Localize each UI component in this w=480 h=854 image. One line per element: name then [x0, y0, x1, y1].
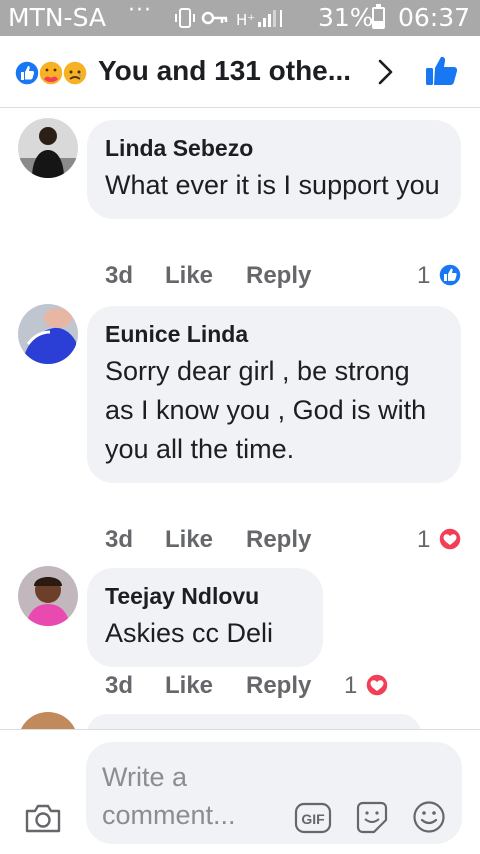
thumbs-up-icon[interactable]	[424, 53, 460, 89]
status-icons: H⁺	[175, 8, 282, 29]
battery-icon	[372, 4, 385, 29]
comment-input[interactable]: Write a comment... GIF	[86, 742, 462, 844]
care-icon	[38, 60, 64, 86]
like-button[interactable]: Like	[165, 526, 213, 554]
gif-icon[interactable]: GIF	[294, 802, 332, 834]
comment-item: Linda Sebezo What ever it is I support y…	[0, 118, 480, 298]
key-icon	[201, 11, 228, 25]
chevron-right-icon[interactable]	[376, 56, 396, 88]
avatar[interactable]	[18, 304, 78, 364]
signal-icon	[258, 10, 282, 27]
network-type-icon: H⁺	[236, 11, 255, 29]
camera-icon[interactable]	[24, 802, 62, 834]
like-button[interactable]: Like	[165, 672, 213, 700]
comment-text: Sorry dear girl , be strong as I know yo…	[105, 356, 427, 464]
comment-text: Askies cc Deli	[105, 618, 274, 648]
sad-icon	[62, 60, 88, 86]
avatar-image	[18, 304, 78, 364]
comment-bubble[interactable]: Teejay Ndlovu Askies cc Deli	[87, 568, 323, 667]
love-icon	[438, 527, 462, 551]
comment-composer: Write a comment... GIF	[0, 729, 480, 854]
reactions-title[interactable]: You and 131 othe...	[98, 55, 351, 87]
reaction-summary[interactable]	[14, 60, 94, 86]
avatar[interactable]	[18, 712, 78, 729]
emoji-icon[interactable]	[412, 800, 446, 834]
comment-time: 3d	[105, 672, 134, 699]
carrier-name: MTN-SA	[8, 3, 106, 32]
avatar[interactable]	[18, 118, 78, 178]
gif-label: GIF	[301, 811, 325, 827]
reply-button[interactable]: Reply	[246, 262, 311, 290]
comment-item: Teejay Ndlovu Askies cc Deli 3d Like Rep…	[0, 566, 480, 716]
love-icon	[365, 673, 389, 697]
comment-text: What ever it is I support you	[105, 170, 440, 200]
commenter-name[interactable]: Linda Sebezo	[105, 134, 443, 162]
reaction-count[interactable]: 1	[344, 672, 357, 700]
reaction-count[interactable]: 1	[417, 262, 430, 290]
notification-dots: ···	[128, 0, 152, 23]
comment-bubble[interactable]: Eunice Linda Sorry dear girl , be strong…	[87, 306, 461, 483]
reply-button[interactable]: Reply	[246, 672, 311, 700]
like-icon	[438, 263, 462, 287]
sticker-icon[interactable]	[354, 800, 390, 836]
avatar-image	[18, 118, 78, 178]
comment-bubble[interactable]	[87, 714, 421, 729]
reaction-count[interactable]: 1	[417, 526, 430, 554]
commenter-name[interactable]: Teejay Ndlovu	[105, 582, 305, 610]
comment-input-placeholder: Write a comment...	[102, 762, 236, 830]
avatar[interactable]	[18, 566, 78, 626]
comment-item-partial	[0, 712, 480, 729]
comment-item: Eunice Linda Sorry dear girl , be strong…	[0, 304, 480, 564]
clock: 06:37	[398, 3, 471, 32]
comment-bubble[interactable]: Linda Sebezo What ever it is I support y…	[87, 120, 461, 219]
vibrate-icon	[175, 8, 195, 28]
avatar-image	[18, 566, 78, 626]
like-icon	[14, 60, 40, 86]
status-bar: MTN-SA ··· H⁺ 31% 06:37	[0, 0, 480, 36]
battery-percent: 31%	[318, 3, 374, 32]
commenter-name[interactable]: Eunice Linda	[105, 320, 443, 348]
comment-time: 3d	[105, 262, 134, 289]
like-button[interactable]: Like	[165, 262, 213, 290]
reply-button[interactable]: Reply	[246, 526, 311, 554]
reactions-header: You and 131 othe...	[0, 36, 480, 108]
comment-time: 3d	[105, 526, 134, 553]
